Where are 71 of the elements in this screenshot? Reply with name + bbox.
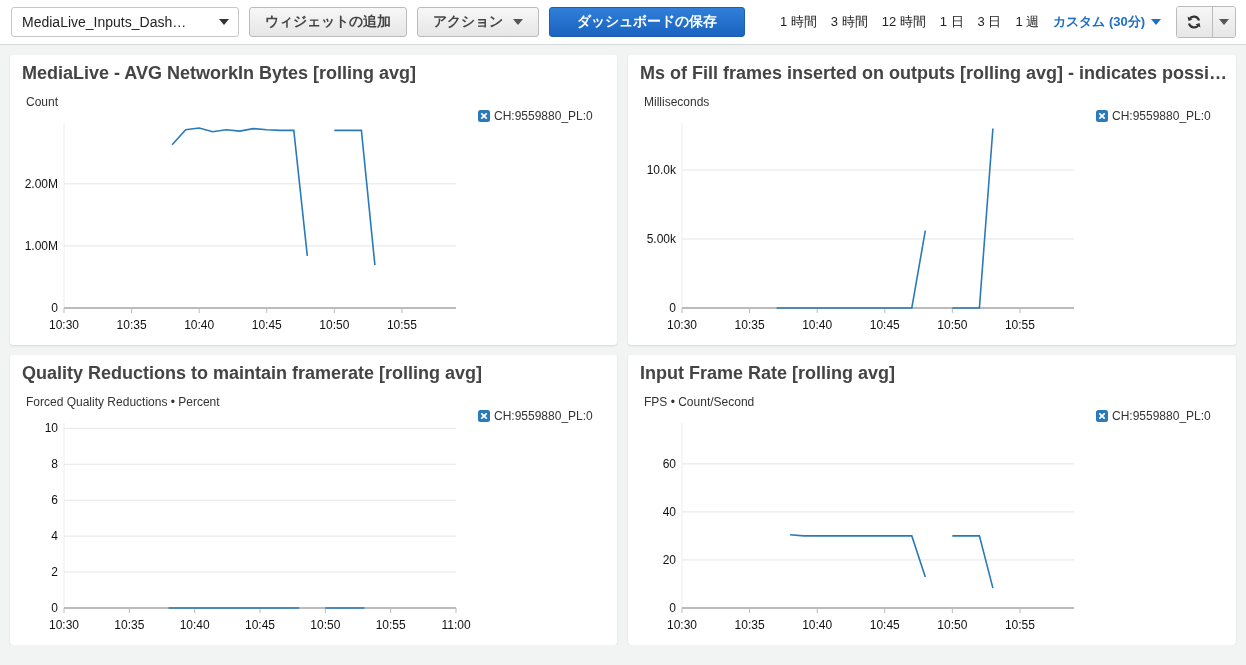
caret-icon xyxy=(219,19,229,25)
axis-tick-label: 10:40 xyxy=(184,318,215,332)
axis-tick-label: 10:40 xyxy=(179,618,210,632)
time-range-link[interactable]: 1 日 xyxy=(934,13,969,31)
axis-label: Count xyxy=(25,94,60,111)
axis-label: Forced Quality Reductions • Percent xyxy=(25,394,221,411)
axis-tick-label: 10:35 xyxy=(116,318,147,332)
axis-tick-label: 10:40 xyxy=(802,618,833,632)
time-range-link[interactable]: 3 日 xyxy=(972,13,1007,31)
legend-label: CH:9559880_PL:0 xyxy=(1112,409,1211,423)
axis-tick-label: 5.00k xyxy=(646,231,676,246)
axis-tick-label: 10:30 xyxy=(49,618,79,632)
axis-tick-label: 10:35 xyxy=(114,618,145,632)
axis-tick-label: 10:30 xyxy=(49,318,79,332)
axis-tick-label: 10:45 xyxy=(245,618,275,632)
time-range-link[interactable]: 1 週 xyxy=(1010,13,1045,31)
axis-tick-label: 2 xyxy=(51,565,58,580)
axis-tick-label: 10:55 xyxy=(1004,318,1035,332)
axis-tick-label: 10:50 xyxy=(937,318,968,332)
widget-title: Quality Reductions to maintain framerate [rolling avg] xyxy=(22,362,484,385)
save-button[interactable]: ダッシュボードの保存 xyxy=(549,7,745,37)
axis-tick-label: 10:50 xyxy=(319,318,350,332)
axis-tick-label: 0 xyxy=(669,301,676,315)
axis-tick-label: 60 xyxy=(662,456,676,471)
legend-label: CH:9559880_PL:0 xyxy=(1112,109,1211,123)
axis-tick-label: 10:40 xyxy=(802,318,833,332)
axis-tick-label: 10:50 xyxy=(937,618,968,632)
axis-tick-label: 2.00M xyxy=(24,176,58,191)
caret-icon xyxy=(513,19,523,25)
toolbar-button[interactable]: ウィジェットの追加 xyxy=(249,7,407,37)
axis-tick-label: 10:55 xyxy=(386,318,417,332)
legend-label: CH:9559880_PL:0 xyxy=(494,109,593,123)
axis-tick-label: 10 xyxy=(44,421,58,436)
caret-icon xyxy=(1218,19,1229,25)
axis-tick-label: 0 xyxy=(51,301,58,315)
axis-tick-label: 20 xyxy=(662,552,676,567)
axis-tick-label: 40 xyxy=(662,504,676,519)
axis-tick-label: 10:30 xyxy=(667,618,697,632)
axis-tick-label: 10:50 xyxy=(310,618,341,632)
axis-tick-label: 6 xyxy=(51,493,58,508)
axis-tick-label: 4 xyxy=(51,529,58,544)
caret-icon xyxy=(1151,19,1162,25)
widget-title: Ms of Fill frames inserted on outputs [rolling avg] - indicates possi… xyxy=(640,62,1224,85)
time-range-link[interactable]: 1 時間 xyxy=(775,13,822,31)
axis-tick-label: 0 xyxy=(51,601,58,615)
axis-tick-label: 10:35 xyxy=(734,618,765,632)
axis-tick-label: 8 xyxy=(51,457,58,472)
axis-tick-label: 0 xyxy=(669,601,676,615)
axis-tick-label: 10:35 xyxy=(734,318,765,332)
axis-label: Milliseconds xyxy=(643,94,711,111)
axis-tick-label: 11:00 xyxy=(441,618,471,632)
time-range-link[interactable]: 12 時間 xyxy=(876,13,931,31)
axis-tick-label: 10:45 xyxy=(869,618,900,632)
time-range-link[interactable]: カスタム (30分) xyxy=(1048,13,1167,31)
time-range-link[interactable]: 3 時間 xyxy=(825,13,873,31)
axis-tick-label: 10:55 xyxy=(1004,618,1035,632)
dropdown-button[interactable]: アクション xyxy=(417,7,539,37)
refresh-icon xyxy=(1186,14,1203,30)
dashboard-select[interactable]: MediaLive_Inputs_Dash… xyxy=(11,7,239,37)
axis-tick-label: 10.0k xyxy=(646,162,676,177)
axis-tick-label: 10:30 xyxy=(667,318,697,332)
axis-tick-label: 10:45 xyxy=(251,318,282,332)
dropdown-button[interactable] xyxy=(1211,7,1235,37)
refresh-button[interactable] xyxy=(1177,7,1212,37)
legend-label: CH:9559880_PL:0 xyxy=(494,409,593,423)
axis-tick-label: 1.00M xyxy=(24,238,58,253)
axis-tick-label: 10:55 xyxy=(375,618,406,632)
widget-title: Input Frame Rate [rolling avg] xyxy=(640,362,897,385)
widget-title: MediaLive - AVG NetworkIn Bytes [rolling avg] xyxy=(22,62,418,85)
axis-tick-label: 10:45 xyxy=(869,318,900,332)
axis-label: FPS • Count/Second xyxy=(643,394,756,411)
